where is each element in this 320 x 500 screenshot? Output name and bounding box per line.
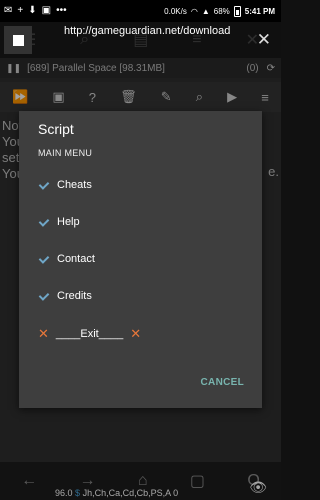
menu-item-label: Contact [57,253,95,265]
status-icons-right: 0.0K/s ◠ ▲ 68% 5:41 PM [164,5,281,17]
menu-item-help[interactable]: Help [38,212,248,232]
net-speed: 0.0K/s [164,6,187,16]
menu-item-label: Help [57,216,80,228]
cross-icon: ✕ [130,326,142,341]
check-icon [38,291,49,302]
download-icon: ⬇ [28,5,37,16]
script-dialog: Script MAIN MENU Cheats Help Contact Cre… [19,111,262,408]
stop-icon [12,34,24,46]
status-bar: ✉ + ⬇ ▣ ••• 0.0K/s ◠ ▲ 68% 5:41 PM [0,0,281,22]
menu-item-contact[interactable]: Contact [38,249,248,269]
menu-header: MAIN MENU [38,148,93,158]
menu-item-exit[interactable]: ✕ ____Exit____ ✕ [38,324,248,344]
signal-icon: ▲ [201,6,210,16]
check-icon [38,217,49,228]
cross-icon: ✕ [38,326,49,341]
status-icons-left: ✉ + ⬇ ▣ ••• [0,6,67,16]
check-icon [38,180,49,191]
download-url[interactable]: http://gameguardian.net/download [64,25,230,37]
notification-icon: ✉ [4,5,13,16]
battery-percent: 68% [213,6,230,16]
menu-item-label: Credits [57,290,92,302]
clock: 5:41 PM [244,6,275,16]
url-banner: http://gameguardian.net/download ✕ [0,22,281,58]
battery-icon [233,5,241,17]
wifi-icon: ◠ [190,6,198,16]
menu-item-label: Cheats [57,179,92,191]
image-icon: ▣ [41,5,52,16]
add-icon: + [17,5,24,16]
cancel-button[interactable]: CANCEL [201,377,244,388]
exit-label: ____Exit____ [55,328,124,340]
menu-item-cheats[interactable]: Cheats [38,175,248,195]
menu-item-credits[interactable]: Credits [38,286,248,306]
more-dots-icon: ••• [56,5,67,16]
dialog-title: Script [38,121,74,137]
stop-button[interactable] [4,26,32,54]
check-icon [38,254,49,265]
close-window-icon[interactable]: ✕ [257,30,271,50]
